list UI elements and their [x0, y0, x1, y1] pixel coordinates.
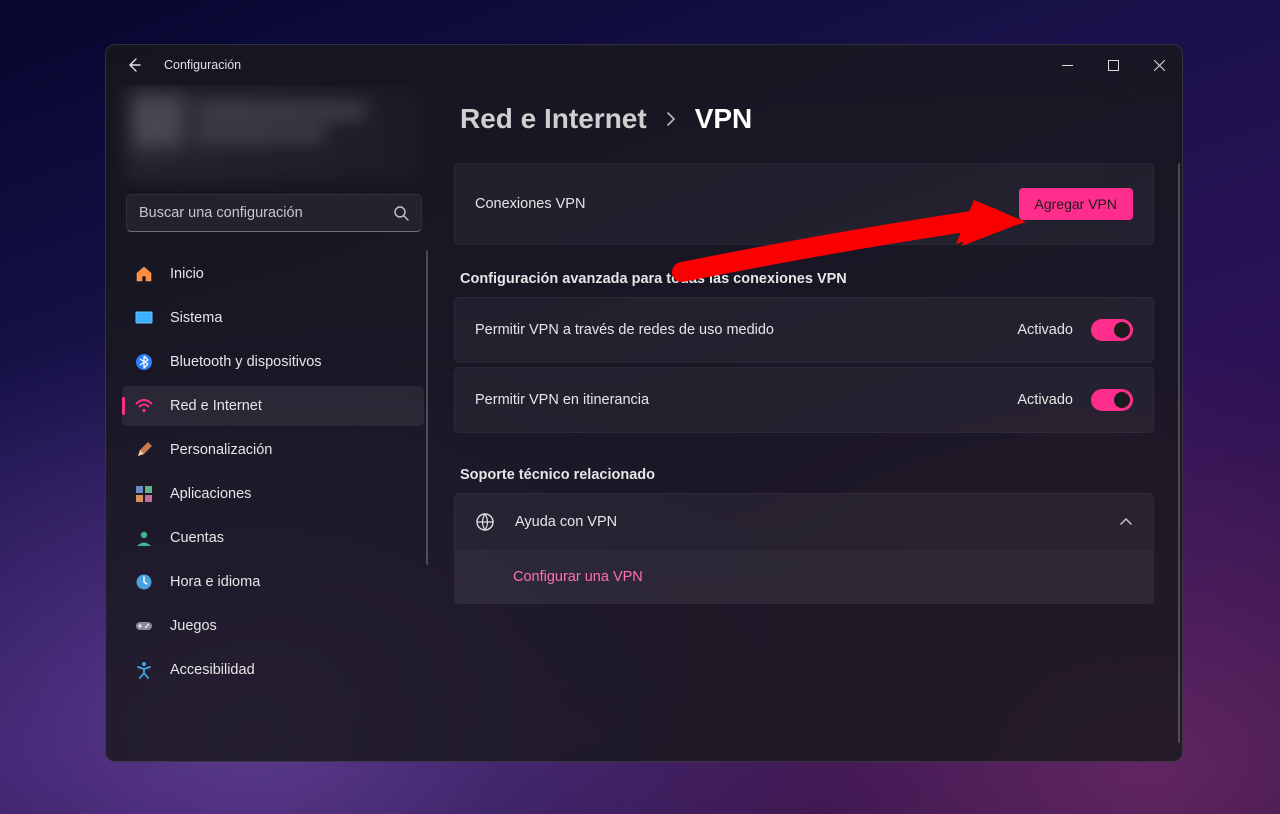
- sidebar: Buscar una configuración Inicio Sistema: [106, 85, 436, 761]
- globe-help-icon: [475, 512, 497, 532]
- minimize-button[interactable]: [1044, 45, 1090, 85]
- sidebar-item-label: Accesibilidad: [170, 662, 255, 678]
- sidebar-item-label: Aplicaciones: [170, 486, 251, 502]
- sidebar-item-aplicaciones[interactable]: Aplicaciones: [122, 474, 424, 514]
- sidebar-item-hora[interactable]: Hora e idioma: [122, 562, 424, 602]
- wifi-icon: [134, 396, 154, 416]
- vpn-roaming-row[interactable]: Permitir VPN en itinerancia Activado: [454, 367, 1154, 433]
- gaming-icon: [134, 616, 154, 636]
- support-help-row[interactable]: Ayuda con VPN: [455, 494, 1153, 551]
- vpn-roaming-state: Activado: [1017, 392, 1073, 408]
- personalization-icon: [134, 440, 154, 460]
- close-button[interactable]: [1136, 45, 1182, 85]
- vpn-roaming-label: Permitir VPN en itinerancia: [475, 392, 1017, 408]
- support-card: Ayuda con VPN Configurar una VPN: [454, 493, 1154, 604]
- sidebar-item-label: Sistema: [170, 310, 222, 326]
- sidebar-item-red[interactable]: Red e Internet: [122, 386, 424, 426]
- sidebar-item-accesibilidad[interactable]: Accesibilidad: [122, 650, 424, 690]
- sidebar-item-juegos[interactable]: Juegos: [122, 606, 424, 646]
- home-icon: [134, 264, 154, 284]
- vpn-metered-label: Permitir VPN a través de redes de uso me…: [475, 322, 1017, 338]
- vpn-metered-row[interactable]: Permitir VPN a través de redes de uso me…: [454, 297, 1154, 363]
- sidebar-item-label: Hora e idioma: [170, 574, 260, 590]
- sidebar-item-bluetooth[interactable]: Bluetooth y dispositivos: [122, 342, 424, 382]
- search-placeholder: Buscar una configuración: [139, 205, 393, 221]
- sidebar-item-label: Cuentas: [170, 530, 224, 546]
- window-title: Configuración: [164, 58, 241, 72]
- advanced-heading: Configuración avanzada para todas las co…: [460, 271, 1154, 287]
- settings-window: Configuración Buscar una configuración: [105, 44, 1183, 762]
- time-icon: [134, 572, 154, 592]
- search-input[interactable]: Buscar una configuración: [126, 194, 422, 232]
- system-icon: [134, 308, 154, 328]
- apps-icon: [134, 484, 154, 504]
- maximize-button[interactable]: [1090, 45, 1136, 85]
- sidebar-item-cuentas[interactable]: Cuentas: [122, 518, 424, 558]
- accounts-icon: [134, 528, 154, 548]
- chevron-right-icon: [665, 111, 677, 127]
- sidebar-item-label: Inicio: [170, 266, 204, 282]
- support-link-configure[interactable]: Configurar una VPN: [455, 551, 1153, 603]
- breadcrumb: Red e Internet VPN: [460, 103, 1154, 135]
- vpn-connections-card: Conexiones VPN Agregar VPN: [454, 163, 1154, 245]
- accessibility-icon: [134, 660, 154, 680]
- nav-list: Inicio Sistema Bluetooth y dispositivos: [122, 250, 424, 694]
- bluetooth-icon: [134, 352, 154, 372]
- search-icon: [393, 205, 409, 221]
- breadcrumb-current: VPN: [695, 103, 753, 135]
- sidebar-item-personalizacion[interactable]: Personalización: [122, 430, 424, 470]
- vpn-metered-state: Activado: [1017, 322, 1073, 338]
- titlebar: Configuración: [106, 45, 1182, 85]
- add-vpn-button[interactable]: Agregar VPN: [1019, 188, 1133, 220]
- back-button[interactable]: [122, 53, 146, 77]
- sidebar-item-sistema[interactable]: Sistema: [122, 298, 424, 338]
- vpn-metered-toggle[interactable]: [1091, 319, 1133, 341]
- sidebar-item-label: Personalización: [170, 442, 272, 458]
- support-help-label: Ayuda con VPN: [515, 514, 1119, 530]
- sidebar-item-label: Bluetooth y dispositivos: [170, 354, 322, 370]
- user-profile[interactable]: [126, 85, 422, 180]
- breadcrumb-parent[interactable]: Red e Internet: [460, 103, 647, 135]
- content-area: Red e Internet VPN Conexiones VPN Agrega…: [436, 85, 1182, 761]
- vpn-roaming-toggle[interactable]: [1091, 389, 1133, 411]
- sidebar-item-inicio[interactable]: Inicio: [122, 254, 424, 294]
- vpn-connections-label: Conexiones VPN: [475, 196, 1019, 212]
- chevron-up-icon: [1119, 515, 1133, 529]
- sidebar-item-label: Red e Internet: [170, 398, 262, 414]
- sidebar-item-label: Juegos: [170, 618, 217, 634]
- support-heading: Soporte técnico relacionado: [460, 467, 1154, 483]
